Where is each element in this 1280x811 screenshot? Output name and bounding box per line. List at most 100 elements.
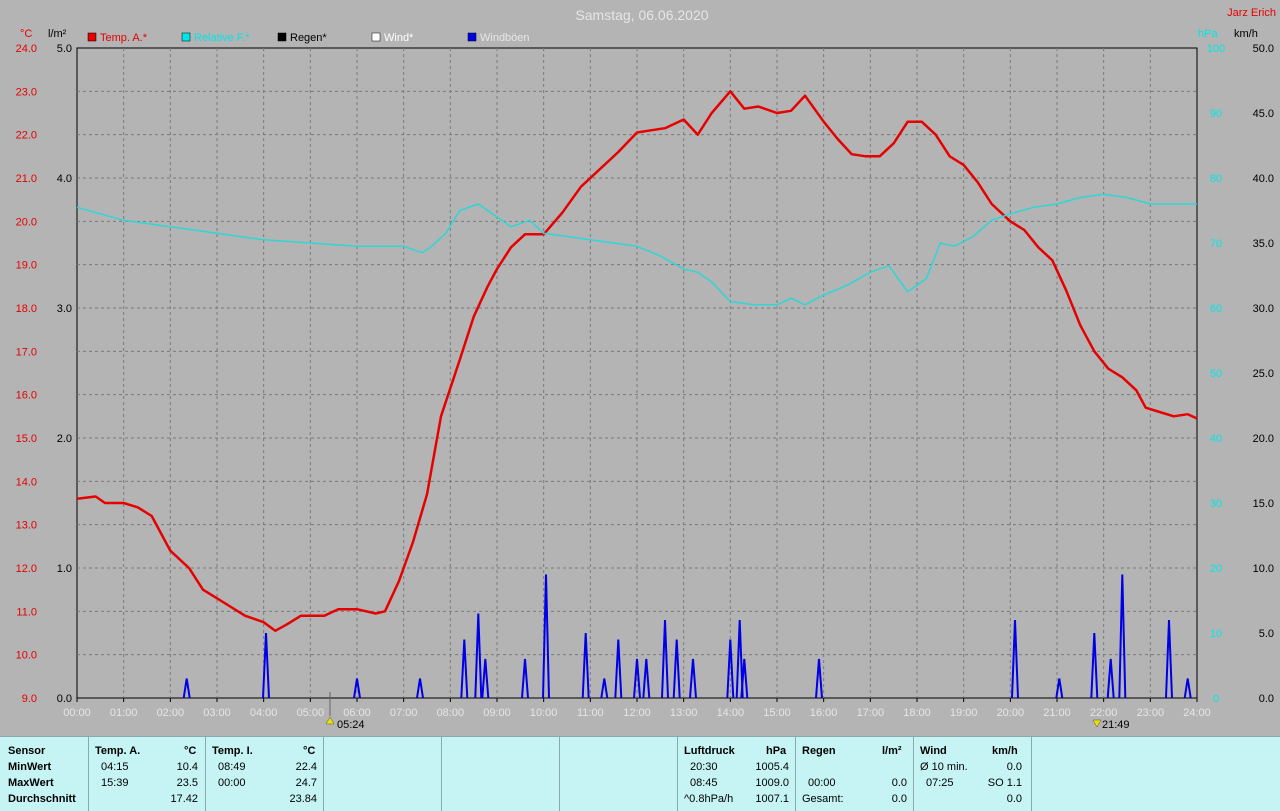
rain-max-value: 0.0 [891,777,907,789]
x-tick-label: 00:00 [63,707,91,719]
y-wind-tick: 40.0 [1253,173,1274,185]
y-temp-tick: 10.0 [16,650,37,662]
y-wind-tick: 30.0 [1253,303,1274,315]
axes: 00:00 01:00 02:00 03:00 04:00 05:00 06:00 07:00… [16,43,1274,719]
panel-divider [559,737,560,811]
wind-gust-spike [521,658,529,699]
y-rain-tick: 5.0 [57,43,72,55]
wind-gust-spike [416,678,424,699]
temp-a-max-time: 15:39 [101,777,129,789]
temp-i-min-value: 22.4 [295,761,317,773]
pressure-max-value: 1009.0 [755,777,789,789]
y-wind-tick: 35.0 [1253,238,1274,250]
y-temp-tick: 12.0 [16,563,37,575]
y-wind-tick: 45.0 [1253,108,1274,120]
panel-divider [205,737,206,811]
panel-divider [913,737,914,811]
pressure-unit: hPa [766,745,787,757]
pressure-trend-value: 1007.1 [755,793,789,805]
wind-gust-spike [642,658,651,699]
y-wind-tick: 0.0 [1259,693,1274,705]
x-tick-label: 16:00 [810,707,838,719]
x-tick-label: 15:00 [763,707,791,719]
y-temp-tick: 15.0 [16,433,37,445]
legend-label: Windböen [480,32,530,44]
x-tick-label: 23:00 [1137,707,1165,719]
x-tick-label: 13:00 [670,707,698,719]
wind-max-time: 07:25 [926,777,954,789]
x-tick-label: 03:00 [203,707,231,719]
pressure-header: Luftdruck [684,745,735,757]
legend-label: Relative F.* [194,32,250,44]
sunset-icon [1092,719,1102,728]
y-temp-tick: 9.0 [22,693,37,705]
sunrise-icon [325,716,335,725]
wind-total-value: 0.0 [1006,793,1022,805]
wind-gust-spike [600,678,609,699]
sunset-time: 21:49 [1102,719,1130,731]
legend-swatch [371,32,381,42]
y-wind-tick: 10.0 [1253,563,1274,575]
wind-gust-spike [353,678,361,699]
unit-wind: km/h [1234,28,1258,40]
wind-gust-spike [581,632,590,699]
unit-rain: l/m² [48,28,67,40]
y-temp-tick: 13.0 [16,520,37,532]
y-temp-tick: 18.0 [16,303,37,315]
y-temp-tick: 14.0 [16,476,37,488]
rain-header: Regen [802,745,836,757]
y-temp-tick: 24.0 [16,43,37,55]
wind-avg-label: Ø 10 min. [920,761,968,773]
legend-label: Temp. A.* [100,32,148,44]
y-wind-tick: 20.0 [1253,433,1274,445]
y-pressure-tick: 10 [1210,628,1222,640]
x-tick-label: 19:00 [950,707,978,719]
x-tick-label: 14:00 [717,707,745,719]
panel-divider [677,737,678,811]
y-temp-tick: 22.0 [16,130,37,142]
rain-total-label: Gesamt: [802,793,844,805]
y-wind-tick: 25.0 [1253,368,1274,380]
stats-panel: Sensor MinWert MaxWert Durchschnitt Temp… [0,736,1280,811]
panel-divider [795,737,796,811]
x-tick-label: 11:00 [577,707,604,719]
y-pressure-tick: 50 [1210,368,1222,380]
rain-unit: l/m² [882,745,902,757]
x-tick-label: 07:00 [390,707,418,719]
wind-gust-spike [474,613,483,699]
wind-gust-spike [1090,632,1099,699]
legend-swatch [277,32,287,42]
y-temp-tick: 17.0 [16,346,37,358]
y-temp-tick: 21.0 [16,173,37,185]
pressure-min-time: 20:30 [690,761,718,773]
wind-gust-spike [672,639,681,699]
y-temp-tick: 20.0 [16,216,37,228]
y-rain-tick: 2.0 [57,433,72,445]
y-pressure-tick: 90 [1210,108,1222,120]
wind-max-value: SO 1.1 [987,777,1022,789]
y-pressure-tick: 80 [1210,173,1222,185]
x-tick-label: 24:00 [1183,707,1211,719]
x-tick-label: 06:00 [343,707,371,719]
temp-a-min-time: 04:15 [101,761,129,773]
temp-a-header: Temp. A. [95,745,141,757]
x-tick-label: 22:00 [1090,707,1118,719]
wind-gust-spike [182,678,191,699]
temp-i-avg: 23.84 [289,793,317,805]
y-pressure-tick: 100 [1207,43,1225,55]
panel-divider [323,737,324,811]
x-tick-label: 01:00 [110,707,138,719]
wind-gust-spike [460,639,469,699]
y-pressure-tick: 30 [1210,498,1222,510]
wind-gust-spike [1183,678,1192,699]
sunrise-time: 05:24 [337,719,365,731]
pressure-min-value: 1005.4 [755,761,789,773]
x-tick-label: 05:00 [297,707,325,719]
wind-gust-spike [1011,619,1019,699]
row-label-max: MaxWert [8,777,54,789]
sunset-marker: 21:49 [1092,719,1130,731]
station-owner: Jarz Erich [1227,7,1276,19]
y-pressure-tick: 0 [1213,693,1219,705]
y-wind-tick: 15.0 [1253,498,1274,510]
temp-a-max-value: 23.5 [176,777,198,789]
